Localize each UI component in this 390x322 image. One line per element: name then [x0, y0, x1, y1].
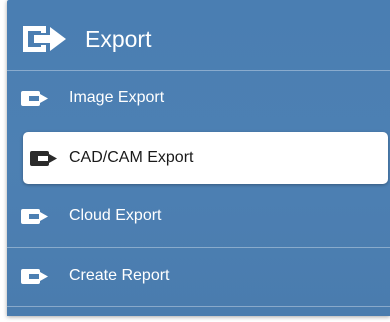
menu-item-image-export[interactable]: Image Export [7, 70, 390, 127]
export-icon [23, 26, 66, 52]
menu-item-label: Cloud Export [69, 207, 162, 224]
export-icon [30, 151, 57, 166]
menu-title: Export [85, 26, 152, 52]
menu-item-label: CAD/CAM Export [69, 149, 194, 166]
menu-item-create-report[interactable]: Create Report [7, 248, 390, 305]
menu-item-cad-cam-export[interactable]: CAD/CAM Export [23, 132, 388, 184]
menu-item-cloud-export[interactable]: Cloud Export [7, 188, 390, 245]
export-icon [21, 269, 48, 284]
divider [7, 306, 390, 307]
export-icon [21, 209, 48, 224]
export-menu-panel: Export Image Export CAD/CAM Export Cloud… [7, 0, 390, 316]
menu-item-label: Create Report [69, 267, 170, 284]
menu-item-label: Image Export [69, 89, 165, 106]
export-icon [21, 91, 48, 106]
export-menu-header: Export [7, 0, 390, 70]
